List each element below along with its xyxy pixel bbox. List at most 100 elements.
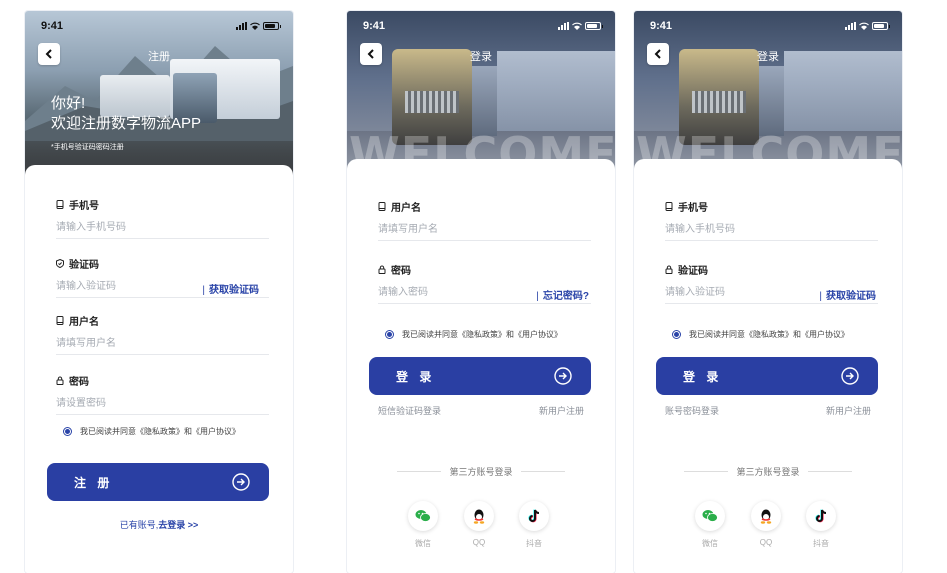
login-form-card: 用户名 密码 忘记密码? 我已阅读并同意《隐私政策》和《用户协议》 登 录 短信… — [347, 159, 615, 573]
go-login: 已有账号,去登录 >> — [25, 518, 293, 531]
truck-grille — [405, 91, 459, 113]
battery-icon — [872, 22, 890, 30]
wechat-icon — [415, 510, 431, 522]
wifi-icon — [572, 22, 582, 30]
truck-trailer — [472, 66, 497, 136]
status-time: 9:41 — [650, 20, 673, 32]
signal-icon — [845, 22, 856, 30]
battery-icon — [585, 22, 603, 30]
douyin-label: 抖音 — [813, 539, 829, 548]
username-label: 用户名 — [56, 313, 99, 328]
phone-label: 手机号 — [56, 197, 99, 212]
register-link[interactable]: 新用户注册 — [539, 404, 584, 417]
greeting-line2: 欢迎注册数字物流APP — [51, 115, 202, 132]
register-button[interactable]: 注 册 — [47, 463, 269, 501]
arrow-right-circle-icon — [554, 367, 572, 385]
agreement-text[interactable]: 我已阅读并同意《隐私政策》和《用户协议》 — [80, 426, 240, 437]
username-field: 用户名 — [47, 313, 269, 365]
douyin-label: 抖音 — [526, 539, 542, 548]
phone-field: 手机号 — [47, 197, 269, 249]
phone-input[interactable] — [665, 219, 878, 241]
agreement-text[interactable]: 我已阅读并同意《隐私政策》和《用户协议》 — [689, 329, 849, 340]
agreement-radio[interactable] — [672, 330, 681, 339]
register-note: *手机号验证码密码注册 — [51, 144, 124, 151]
hero-image-trucks-mountains: 9:41 注册 你好! 欢迎注册数字物流APP *手机号验证码密码注册 — [25, 11, 293, 181]
password-label: 密码 — [378, 262, 411, 277]
username-field: 用户名 — [369, 199, 591, 251]
code-field: 验证码 获取验证码 — [47, 256, 269, 308]
status-bar: 9:41 — [361, 20, 603, 34]
code-label: 验证码 — [665, 262, 708, 277]
login-sms-screen: WELCOME 9:41 登录 手机号 验证码 — [634, 11, 902, 573]
agreement: 我已阅读并同意《隐私政策》和《用户协议》 — [63, 426, 240, 437]
arrow-right-circle-icon — [841, 367, 859, 385]
wechat-login[interactable]: 微信 — [408, 501, 438, 549]
wifi-icon — [859, 22, 869, 30]
nav-title: 注册 — [148, 51, 170, 63]
username-label: 用户名 — [378, 199, 421, 214]
username-input[interactable] — [56, 333, 269, 355]
agreement-radio[interactable] — [63, 427, 72, 436]
douyin-icon — [815, 509, 827, 523]
user-card-icon — [56, 316, 64, 325]
truck-grille — [692, 91, 746, 113]
register-link[interactable]: 新用户注册 — [826, 404, 871, 417]
wechat-login[interactable]: 微信 — [695, 501, 725, 549]
phone-input[interactable] — [56, 217, 269, 239]
get-code-link[interactable]: 获取验证码 — [819, 287, 876, 302]
greeting-line1: 你好! — [51, 95, 86, 112]
login-prefix: 已有账号, — [119, 520, 159, 530]
douyin-login[interactable]: 抖音 — [519, 501, 549, 549]
login-form-card: 手机号 验证码 获取验证码 我已阅读并同意《隐私政策》和《用户协议》 登 录 账… — [634, 159, 902, 573]
password-field: 密码 — [47, 373, 269, 425]
get-code-link[interactable]: 获取验证码 — [202, 281, 259, 296]
qq-label: QQ — [759, 538, 773, 547]
status-bar: 9:41 — [39, 20, 281, 34]
qq-login[interactable]: QQ — [464, 501, 494, 547]
qq-login[interactable]: QQ — [751, 501, 781, 547]
agreement-text[interactable]: 我已阅读并同意《隐私政策》和《用户协议》 — [402, 329, 562, 340]
phone-label: 手机号 — [665, 199, 708, 214]
hero-image-trucks: WELCOME 9:41 登录 — [347, 11, 615, 181]
code-field: 验证码 获取验证码 — [656, 262, 878, 314]
sms-login-link[interactable]: 短信验证码登录 — [378, 404, 441, 417]
login-button[interactable]: 登 录 — [656, 357, 878, 395]
password-login-link[interactable]: 账号密码登录 — [665, 404, 719, 417]
truck-trailer — [759, 66, 784, 136]
login-button[interactable]: 登 录 — [369, 357, 591, 395]
qq-icon — [760, 509, 772, 524]
wechat-label: 微信 — [702, 539, 718, 548]
agreement: 我已阅读并同意《隐私政策》和《用户协议》 — [672, 329, 849, 340]
lock-icon — [56, 376, 64, 385]
phone-icon — [56, 200, 64, 209]
login-password-screen: WELCOME 9:41 登录 用户名 密码 — [347, 11, 615, 573]
signal-icon — [558, 22, 569, 30]
agreement-radio[interactable] — [385, 330, 394, 339]
lock-icon — [665, 265, 673, 274]
register-screen: 9:41 注册 你好! 欢迎注册数字物流APP *手机号验证码密码注册 手机号 — [25, 11, 293, 573]
password-input[interactable] — [56, 393, 269, 415]
go-login-link[interactable]: 去登录 >> — [158, 520, 198, 530]
status-time: 9:41 — [363, 20, 386, 32]
register-form-card: 手机号 验证码 获取验证码 用户名 密码 — [25, 165, 293, 573]
forgot-password-link[interactable]: 忘记密码? — [536, 287, 589, 302]
lock-icon — [378, 265, 386, 274]
battery-icon — [263, 22, 281, 30]
signal-icon — [236, 22, 247, 30]
password-label: 密码 — [56, 373, 89, 388]
douyin-login[interactable]: 抖音 — [806, 501, 836, 549]
user-card-icon — [378, 202, 386, 211]
third-party-title: 第三方账号登录 — [684, 465, 852, 478]
status-time: 9:41 — [41, 20, 64, 32]
shield-icon — [56, 259, 64, 268]
wechat-icon — [702, 510, 718, 522]
nav-title: 登录 — [470, 51, 492, 63]
agreement: 我已阅读并同意《隐私政策》和《用户协议》 — [385, 329, 562, 340]
nav-title: 登录 — [757, 51, 779, 63]
status-bar: 9:41 — [648, 20, 890, 34]
qq-icon — [473, 509, 485, 524]
phone-icon — [665, 202, 673, 211]
third-party-title: 第三方账号登录 — [397, 465, 565, 478]
greeting: 你好! 欢迎注册数字物流APP — [51, 94, 201, 134]
username-input[interactable] — [378, 219, 591, 241]
